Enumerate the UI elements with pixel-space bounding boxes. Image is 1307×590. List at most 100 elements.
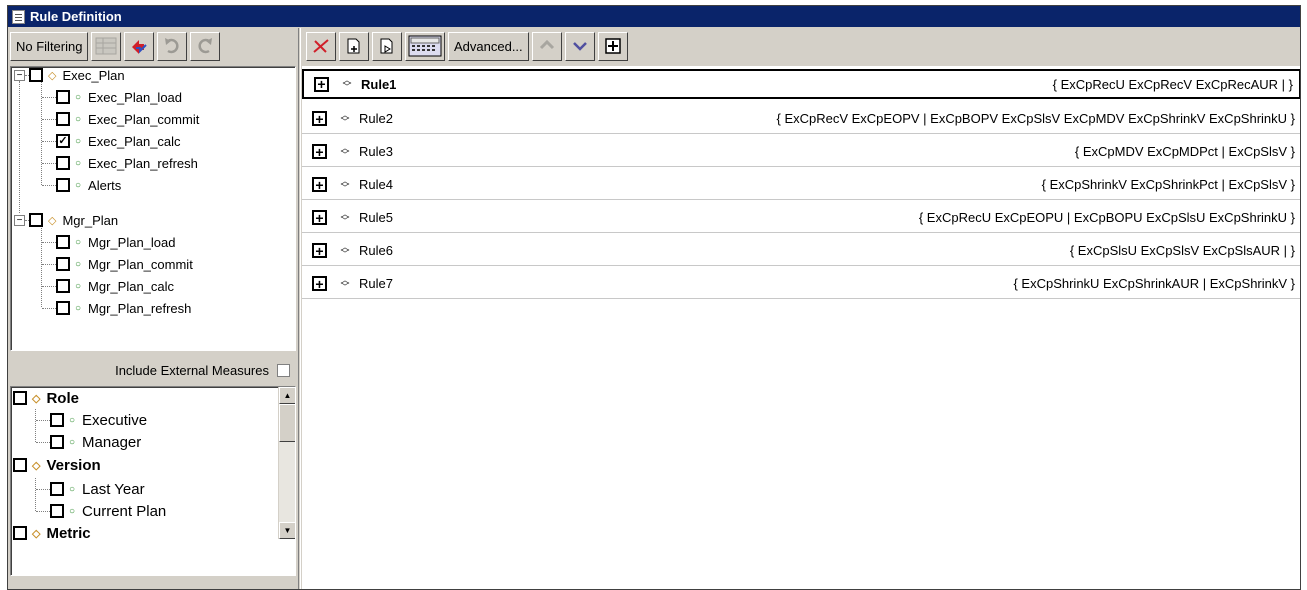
sort-arrows-icon[interactable]: ︿ ﹀ (339, 176, 351, 192)
item-checkbox[interactable] (56, 235, 70, 249)
tree-item-exec-plan-load[interactable]: ○ Exec_Plan_load (56, 87, 182, 107)
scroll-down-button[interactable]: ▼ (279, 522, 295, 539)
expand-rule-icon[interactable]: + (312, 177, 327, 192)
tree-item-label: Alerts (88, 177, 122, 193)
rule-name: Rule5 (359, 210, 393, 225)
rule-expression: { ExCpMDV ExCpMDPct | ExCpSlsV } (1074, 144, 1295, 159)
sort-arrows-icon[interactable]: ︿ ﹀ (339, 143, 351, 159)
tree-item-exec-plan-refresh[interactable]: ○ Exec_Plan_refresh (56, 153, 198, 173)
tree-item-mgr-plan-load[interactable]: ○ Mgr_Plan_load (56, 232, 176, 252)
dimension-item-executive[interactable]: ○ Executive (50, 409, 147, 431)
item-dot-icon: ○ (75, 280, 82, 292)
dimension-item-last-year[interactable]: ○ Last Year (50, 478, 145, 500)
dimension-role[interactable]: ◇ Role (13, 387, 79, 409)
tree-item-label: Exec_Plan_calc (88, 133, 181, 149)
dimension-version[interactable]: ◇ Version (13, 454, 101, 476)
dimension-item-manager[interactable]: ○ Manager (50, 431, 141, 453)
collapse-mgr-plan-toggle[interactable]: − (14, 215, 25, 226)
sort-arrows-icon[interactable]: ︿ ﹀ (339, 275, 351, 291)
mgr-plan-checkbox[interactable] (29, 213, 43, 227)
item-checkbox[interactable] (50, 435, 64, 449)
tree-item-mgr-plan-commit[interactable]: ○ Mgr_Plan_commit (56, 254, 193, 274)
rule-row[interactable]: + ︿ ﹀ Rule1 { ExCpRecU ExCpRecV ExCpRecAU… (302, 69, 1300, 99)
item-checkbox[interactable] (56, 156, 70, 170)
tree-item-mgr-plan-calc[interactable]: ○ Mgr_Plan_calc (56, 276, 174, 296)
expand-rule-icon[interactable]: + (312, 243, 327, 258)
tree-item-alerts[interactable]: ○ Alerts (56, 175, 121, 195)
advanced-button[interactable]: Advanced... (448, 31, 529, 61)
item-checkbox[interactable] (56, 279, 70, 293)
include-external-label: Include External Measures (115, 362, 269, 378)
item-checkbox[interactable] (56, 178, 70, 192)
swap-button[interactable] (124, 31, 155, 61)
add-rule-button[interactable] (339, 31, 369, 61)
item-checkbox[interactable] (56, 257, 70, 271)
item-checkbox[interactable] (50, 413, 64, 427)
pane-splitter[interactable] (298, 28, 301, 589)
item-checkbox[interactable] (50, 504, 64, 518)
dimension-item-label: Current Plan (82, 502, 167, 520)
expand-rule-icon[interactable]: + (312, 276, 327, 291)
item-checkbox-checked[interactable]: ✓ (56, 134, 70, 148)
redo-button[interactable] (157, 31, 188, 61)
sort-arrows-icon[interactable]: ︿ ﹀ (339, 209, 351, 225)
rule-row[interactable]: + ︿ ﹀ Rule6 { ExCpSlsU ExCpSlsV ExCpSlsAU… (302, 236, 1300, 266)
expand-all-button[interactable] (597, 31, 628, 61)
tree-item-label: Mgr_Plan_commit (88, 256, 193, 272)
rule-row[interactable]: + ︿ ﹀ Rule4 { ExCpShrinkV ExCpShrinkPct |… (302, 170, 1300, 200)
rule-row[interactable]: + ︿ ﹀ Rule3 { ExCpMDV ExCpMDPct | ExCpSls… (302, 137, 1300, 167)
item-checkbox[interactable] (50, 482, 64, 496)
dimension-label: Metric (46, 524, 91, 542)
dimension-item-current-plan[interactable]: ○ Current Plan (50, 500, 166, 522)
expand-rule-icon[interactable]: + (312, 111, 327, 126)
scroll-thumb[interactable] (279, 404, 295, 442)
tree-item-mgr-plan-refresh[interactable]: ○ Mgr_Plan_refresh (56, 298, 191, 318)
item-checkbox[interactable] (56, 90, 70, 104)
dimension-label: Version (46, 456, 101, 474)
scroll-up-button[interactable]: ▲ (279, 387, 295, 404)
delete-button[interactable] (306, 31, 336, 61)
no-filtering-button[interactable]: No Filtering (10, 31, 89, 61)
dimension-scrollbar[interactable]: ▲ ▼ (278, 387, 295, 539)
move-down-button[interactable] (564, 31, 595, 61)
tree-item-label: Exec_Plan_refresh (88, 155, 198, 171)
tree-group-exec-plan[interactable]: ◇ Exec_Plan (29, 67, 125, 85)
rule-name: Rule7 (359, 276, 393, 291)
role-checkbox[interactable] (13, 391, 27, 405)
rule-row[interactable]: + ︿ ﹀ Rule7 { ExCpShrinkU ExCpShrinkAUR |… (302, 269, 1300, 299)
move-up-button[interactable] (531, 31, 562, 61)
exec-plan-checkbox[interactable] (29, 68, 43, 82)
item-dot-icon: ○ (75, 236, 82, 248)
calculator-button[interactable] (405, 31, 445, 61)
item-checkbox[interactable] (56, 112, 70, 126)
expand-rule-icon[interactable]: + (314, 76, 329, 92)
tree-item-exec-plan-commit[interactable]: ○ Exec_Plan_commit (56, 109, 199, 129)
rule-row[interactable]: + ︿ ﹀ Rule2 { ExCpRecV ExCpEOPV | ExCpBOP… (302, 104, 1300, 134)
refresh-button[interactable] (190, 31, 221, 61)
sort-arrows-icon[interactable]: ︿ ﹀ (341, 76, 353, 92)
tree-group-mgr-plan[interactable]: ◇ Mgr_Plan (29, 210, 118, 230)
collapse-exec-plan-toggle[interactable]: − (14, 70, 25, 81)
add-rule-icon (347, 38, 360, 54)
group-diamond-icon: ◇ (32, 392, 41, 405)
tree-group-label: Mgr_Plan (62, 212, 119, 228)
metric-checkbox[interactable] (13, 526, 27, 540)
item-checkbox[interactable] (56, 301, 70, 315)
filter-grid-button[interactable] (91, 31, 122, 61)
sort-arrows-icon[interactable]: ︿ ﹀ (339, 110, 351, 126)
swap-icon (132, 40, 148, 54)
dimension-metric[interactable]: ◇ Metric (13, 522, 91, 544)
dimension-item-label: Last Year (82, 480, 145, 498)
tree-item-exec-plan-calc[interactable]: ✓ ○ Exec_Plan_calc (56, 131, 181, 151)
expand-rule-icon[interactable]: + (312, 144, 327, 159)
sort-arrows-icon[interactable]: ︿ ﹀ (339, 242, 351, 258)
edit-rule-button[interactable] (372, 31, 402, 61)
version-checkbox[interactable] (13, 458, 27, 472)
expand-rule-icon[interactable]: + (312, 210, 327, 225)
include-external-measures: Include External Measures (10, 358, 296, 382)
include-external-checkbox[interactable] (277, 363, 290, 377)
delete-icon (313, 39, 329, 53)
calculator-icon (408, 35, 442, 57)
rule-row[interactable]: + ︿ ﹀ Rule5 { ExCpRecU ExCpEOPU | ExCpBOP… (302, 203, 1300, 233)
group-diamond-icon: ◇ (48, 214, 57, 227)
